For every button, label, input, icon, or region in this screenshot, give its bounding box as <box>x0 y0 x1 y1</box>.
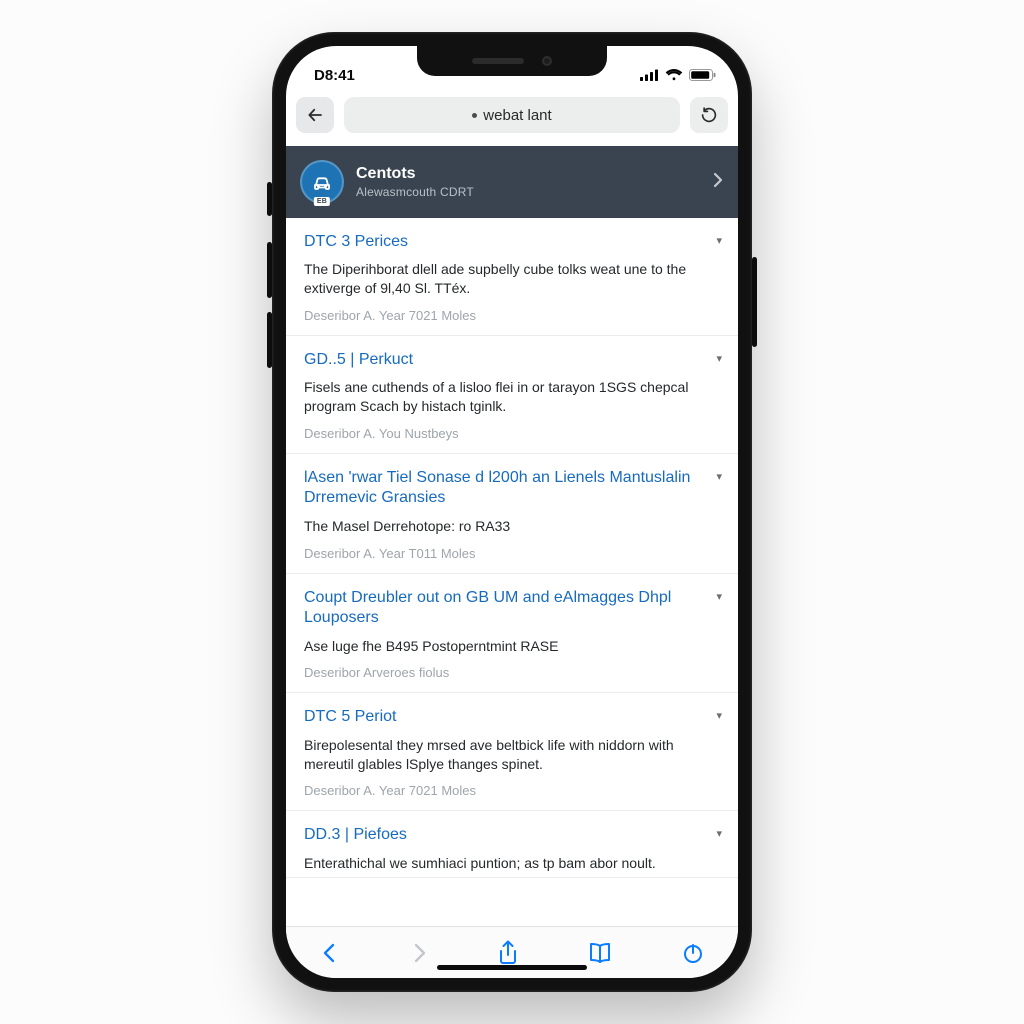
chevron-right-icon <box>409 941 429 965</box>
power-button[interactable] <box>752 257 757 347</box>
list-item[interactable]: ▾ GD..5 | Perkuct Fisels ane cuthends of… <box>286 336 738 454</box>
share-button[interactable] <box>497 940 519 966</box>
item-body: Enterathichal we sumhiaci puntion; as tp… <box>304 854 720 873</box>
list-item[interactable]: ▾ Coupt Dreubler out on GB UM and eAlmag… <box>286 574 738 694</box>
profile-title: Centots <box>356 165 700 183</box>
item-title: GD..5 | Perkuct <box>304 350 720 370</box>
chevron-down-icon: ▾ <box>716 590 722 603</box>
item-body: The Diperihborat dlell ade supbelly cube… <box>304 260 720 298</box>
profile-text: Centots Alewasmcouth CDRT <box>356 165 700 199</box>
item-body: Fisels ane cuthends of a lisloo flei in … <box>304 378 720 416</box>
feed[interactable]: ▾ DTC 3 Perices The Diperihborat dlell a… <box>286 218 738 926</box>
list-item[interactable]: ▾ lAsen 'rwar Tiel Sonase d l200h an Lie… <box>286 454 738 574</box>
notch <box>417 46 607 76</box>
arrow-left-icon <box>306 106 324 124</box>
history-back-button[interactable] <box>320 941 340 965</box>
clock: D8:41 <box>314 67 355 84</box>
avatar: EB <box>300 160 344 204</box>
speaker-grille <box>472 58 524 64</box>
share-icon <box>497 940 519 966</box>
item-title: lAsen 'rwar Tiel Sonase d l200h an Liene… <box>304 468 720 509</box>
home-indicator[interactable] <box>437 965 587 970</box>
chevron-left-icon <box>320 941 340 965</box>
avatar-badge: EB <box>314 197 330 206</box>
item-meta: Deseribor A. Year T011 Moles <box>304 546 720 561</box>
list-item[interactable]: ▾ DTC 3 Perices The Diperihborat dlell a… <box>286 218 738 336</box>
chevron-down-icon: ▾ <box>716 709 722 722</box>
chevron-down-icon: ▾ <box>716 827 722 840</box>
book-icon <box>587 942 613 964</box>
list-item[interactable]: ▾ DD.3 | Piefoes Enterathichal we sumhia… <box>286 811 738 877</box>
address-bar[interactable]: webat lant <box>344 97 680 133</box>
volume-down-button[interactable] <box>267 312 272 368</box>
profile-subtitle: Alewasmcouth CDRT <box>356 185 700 199</box>
item-meta: Deseribor A. Year 7021 Moles <box>304 783 720 798</box>
profile-banner[interactable]: EB Centots Alewasmcouth CDRT <box>286 146 738 218</box>
item-body: Birepolesental they mrsed ave beltbick l… <box>304 736 720 774</box>
battery-icon <box>689 69 716 81</box>
item-meta: Deseribor Arveroes fiolus <box>304 665 720 680</box>
mute-switch[interactable] <box>267 182 272 216</box>
item-meta: Deseribor A. Year 7021 Moles <box>304 308 720 323</box>
chevron-down-icon: ▾ <box>716 352 722 365</box>
browser-chrome: webat lant <box>296 92 728 138</box>
item-body: Ase luge fhe B495 Postoperntmint RASE <box>304 637 720 656</box>
bookmarks-button[interactable] <box>587 942 613 964</box>
item-title: DTC 5 Periot <box>304 707 720 727</box>
chevron-down-icon: ▾ <box>716 470 722 483</box>
item-title: DD.3 | Piefoes <box>304 825 720 845</box>
cellular-icon <box>640 69 659 81</box>
front-camera <box>542 56 552 66</box>
power-icon <box>682 942 704 964</box>
tabs-button[interactable] <box>682 942 704 964</box>
volume-up-button[interactable] <box>267 242 272 298</box>
item-body: The Masel Derrehotope: ro RA33 <box>304 517 720 536</box>
browser-refresh-button[interactable] <box>690 97 728 133</box>
chevron-right-icon <box>712 171 724 194</box>
refresh-icon <box>700 106 718 124</box>
browser-back-button[interactable] <box>296 97 334 133</box>
address-text: webat lant <box>483 107 551 124</box>
list-item[interactable]: ▾ DTC 5 Periot Birepolesental they mrsed… <box>286 693 738 811</box>
item-meta: Deseribor A. You Nustbeys <box>304 426 720 441</box>
wifi-icon <box>665 69 683 81</box>
site-indicator-dot <box>472 113 477 118</box>
browser-toolbar <box>286 926 738 978</box>
item-title: DTC 3 Perices <box>304 232 720 252</box>
screen: D8:41 webat lant <box>286 46 738 978</box>
phone-frame: D8:41 webat lant <box>272 32 752 992</box>
item-title: Coupt Dreubler out on GB UM and eAlmagge… <box>304 588 720 629</box>
history-forward-button[interactable] <box>409 941 429 965</box>
chevron-down-icon: ▾ <box>716 234 722 247</box>
car-icon <box>310 170 334 194</box>
